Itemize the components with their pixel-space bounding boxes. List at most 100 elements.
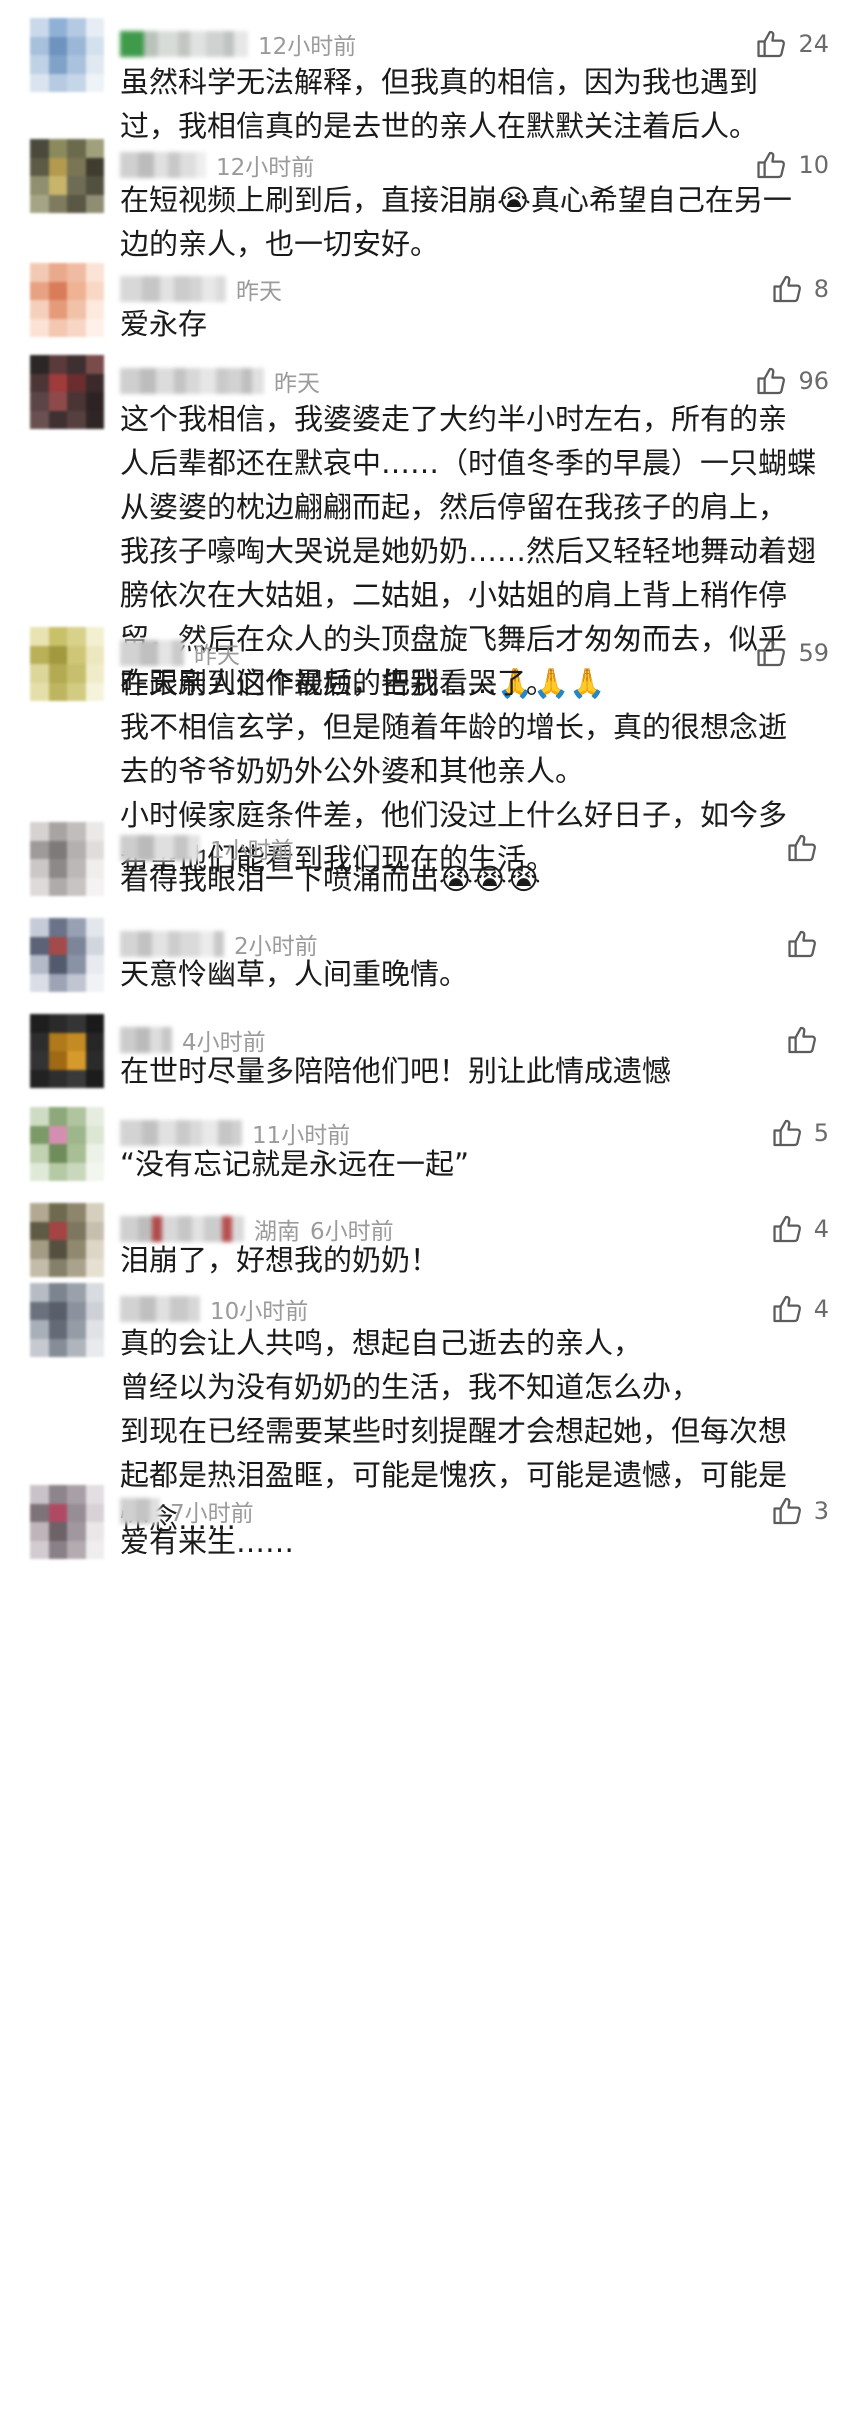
avatar-mosaic-tile — [48, 1144, 67, 1163]
comment-time: 12小时前 — [258, 34, 357, 60]
comment-text-line: 昨天刷到这个视频，把我看哭了。 — [120, 666, 556, 700]
avatar-mosaic-tile — [30, 645, 49, 664]
avatar-mosaic-tile — [30, 318, 49, 337]
username-mosaic-block — [202, 276, 216, 302]
avatar[interactable] — [30, 1283, 104, 1357]
avatar-mosaic-tile — [30, 1144, 49, 1163]
avatar[interactable] — [30, 355, 104, 429]
avatar-mosaic-tile — [30, 1301, 49, 1320]
avatar-mosaic-tile — [67, 840, 86, 859]
avatar-mosaic-tile — [48, 36, 67, 55]
like-button[interactable]: 24 — [754, 26, 829, 62]
avatar-mosaic-tile — [48, 410, 67, 429]
comment-text: “没有忘记就是永远在一起” — [120, 1142, 829, 1186]
avatar-mosaic-tile — [67, 859, 86, 878]
username-mosaic-block — [156, 1296, 170, 1322]
avatar-mosaic-tile — [67, 355, 86, 374]
avatar-mosaic-tile — [48, 355, 67, 374]
avatar-mosaic-tile — [30, 300, 49, 319]
username-mosaic-block — [178, 31, 190, 57]
username-mosaic-block — [234, 31, 248, 57]
avatar-mosaic-tile — [85, 822, 104, 841]
avatar-mosaic-tile — [30, 936, 49, 955]
avatar-mosaic-tile — [67, 973, 86, 992]
avatar-mosaic-tile — [85, 157, 104, 176]
avatar[interactable] — [30, 263, 104, 337]
avatar[interactable] — [30, 1203, 104, 1277]
avatar-mosaic-tile — [30, 918, 49, 937]
avatar-mosaic-tile — [48, 918, 67, 937]
avatar-mosaic-tile — [30, 1107, 49, 1126]
avatar-mosaic-tile — [48, 1522, 67, 1541]
avatar[interactable] — [30, 918, 104, 992]
avatar-mosaic-tile — [85, 1301, 104, 1320]
avatar-mosaic-tile — [85, 1240, 104, 1259]
avatar-mosaic-tile — [67, 1338, 86, 1357]
avatar[interactable] — [30, 1107, 104, 1181]
username-mosaic-block — [174, 368, 186, 394]
username-blurred[interactable] — [120, 368, 264, 394]
comment-meta: 12小时前 — [120, 149, 314, 181]
comment-text-line: 在短视频上刷到后，直接泪崩😭真心希望自己在另一 — [120, 183, 792, 217]
username-mosaic-block — [228, 368, 242, 394]
avatar-mosaic-tile — [30, 1503, 49, 1522]
avatar-mosaic-tile — [48, 1320, 67, 1339]
username-mosaic-block — [168, 152, 180, 178]
avatar-mosaic-tile — [85, 1503, 104, 1522]
username-mosaic-block — [200, 368, 216, 394]
avatar-mosaic-tile — [67, 263, 86, 282]
avatar-mosaic-tile — [67, 1320, 86, 1339]
avatar-mosaic-tile — [67, 410, 86, 429]
avatar-mosaic-tile — [85, 373, 104, 392]
avatar-mosaic-tile — [85, 355, 104, 374]
comment-time: 昨天 — [236, 279, 282, 305]
avatar-mosaic-tile — [30, 664, 49, 683]
avatar-mosaic-tile — [85, 955, 104, 974]
avatar[interactable] — [30, 1485, 104, 1559]
thumbs-up-icon — [770, 272, 804, 306]
avatar-mosaic-tile — [48, 18, 67, 37]
avatar-mosaic-tile — [48, 263, 67, 282]
comment-text-line: “没有忘记就是永远在一起” — [120, 1147, 470, 1181]
like-button[interactable]: 96 — [754, 363, 829, 399]
avatar[interactable] — [30, 139, 104, 213]
avatar-mosaic-tile — [48, 859, 67, 878]
avatar-mosaic-tile — [67, 627, 86, 646]
username-blurred[interactable] — [120, 31, 248, 57]
avatar-mosaic-tile — [30, 55, 49, 74]
comment-text-line: 虽然科学无法解释，但我真的相信，因为我也遇到 — [120, 65, 759, 99]
avatar-mosaic-tile — [48, 1203, 67, 1222]
avatar-mosaic-tile — [85, 392, 104, 411]
avatar-mosaic-tile — [67, 682, 86, 701]
avatar-mosaic-tile — [85, 627, 104, 646]
avatar-mosaic-tile — [30, 1240, 49, 1259]
avatar-mosaic-tile — [48, 392, 67, 411]
username-mosaic-block — [252, 368, 264, 394]
avatar[interactable] — [30, 822, 104, 896]
avatar[interactable] — [30, 627, 104, 701]
username-blurred[interactable] — [120, 152, 206, 178]
comment-text-line: 去的爷爷奶奶外公外婆和其他亲人。 — [120, 754, 585, 788]
username-mosaic-block — [140, 1296, 156, 1322]
avatar-mosaic-tile — [67, 955, 86, 974]
avatar-mosaic-tile — [48, 1283, 67, 1302]
avatar-mosaic-tile — [48, 627, 67, 646]
avatar[interactable] — [30, 1014, 104, 1088]
username-mosaic-block — [160, 276, 174, 302]
avatar[interactable] — [30, 18, 104, 92]
avatar-mosaic-tile — [30, 1051, 49, 1070]
avatar-mosaic-tile — [48, 1125, 67, 1144]
avatar-mosaic-tile — [85, 1203, 104, 1222]
username-blurred[interactable] — [120, 1296, 200, 1322]
avatar-mosaic-tile — [67, 918, 86, 937]
comment-text: 爱永存 — [120, 302, 829, 346]
avatar-mosaic-tile — [30, 1283, 49, 1302]
avatar-mosaic-tile — [67, 281, 86, 300]
comment-text-line: 起都是热泪盈眶，可能是愧疚，可能是遗憾，可能是 — [120, 1458, 788, 1492]
avatar-mosaic-tile — [85, 1144, 104, 1163]
avatar-mosaic-tile — [30, 18, 49, 37]
username-mosaic-block — [186, 368, 200, 394]
comment-meta: 12小时前 — [120, 28, 356, 60]
avatar-mosaic-tile — [67, 1144, 86, 1163]
username-blurred[interactable] — [120, 276, 226, 302]
